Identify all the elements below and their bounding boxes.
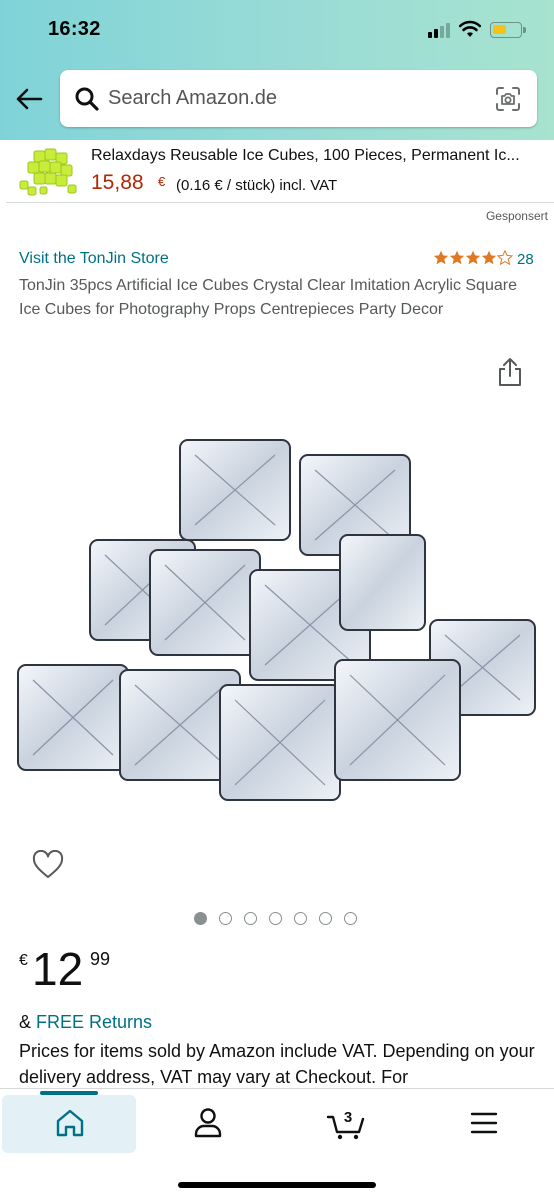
- carousel-dot[interactable]: [344, 912, 357, 925]
- free-returns-link[interactable]: FREE Returns: [36, 1012, 152, 1032]
- product-image[interactable]: [10, 420, 544, 820]
- price-whole: 12: [32, 943, 84, 995]
- carousel-dot[interactable]: [244, 912, 257, 925]
- back-arrow-icon[interactable]: [14, 84, 44, 114]
- visit-store-link[interactable]: Visit the TonJin Store: [19, 250, 169, 268]
- price-currency-symbol: €: [19, 952, 28, 969]
- search-input[interactable]: [108, 70, 478, 127]
- status-bar: 16:32: [0, 0, 554, 60]
- product-title: TonJin 35pcs Artificial Ice Cubes Crysta…: [19, 277, 517, 318]
- returns-info: & FREE Returns: [19, 1012, 152, 1033]
- wishlist-heart-icon[interactable]: [32, 850, 64, 880]
- wifi-icon: [459, 20, 481, 37]
- person-icon[interactable]: [188, 1105, 228, 1141]
- carousel-dot[interactable]: [294, 912, 307, 925]
- price-fraction: 99: [90, 949, 111, 969]
- header: 16:32: [0, 0, 554, 140]
- home-indicator[interactable]: [178, 1182, 376, 1188]
- cart-icon[interactable]: 3: [326, 1105, 366, 1141]
- share-icon[interactable]: [497, 357, 523, 387]
- cart-count-badge: 3: [344, 1109, 352, 1126]
- sponsored-product-price: 15,88: [91, 171, 144, 194]
- carousel-dot[interactable]: [269, 912, 282, 925]
- returns-prefix: &: [19, 1012, 37, 1032]
- carousel-dot[interactable]: [194, 912, 207, 925]
- rating-stars-icon: [433, 250, 513, 265]
- sponsored-label[interactable]: Gesponsert: [486, 209, 548, 223]
- sponsored-product-banner[interactable]: Relaxdays Reusable Ice Cubes, 100 Pieces…: [6, 141, 554, 203]
- sponsored-product-currency: €: [158, 174, 166, 189]
- battery-icon: [490, 22, 526, 38]
- cellular-signal-icon: [428, 22, 454, 38]
- carousel-dot[interactable]: [219, 912, 232, 925]
- search-bar[interactable]: [60, 70, 537, 127]
- status-time: 16:32: [48, 18, 101, 40]
- carousel-dot[interactable]: [319, 912, 332, 925]
- vat-info-text: Prices for items sold by Amazon include …: [19, 1041, 535, 1087]
- image-carousel-dots[interactable]: [194, 912, 357, 926]
- home-icon[interactable]: [50, 1105, 90, 1141]
- hamburger-menu-icon[interactable]: [464, 1105, 504, 1141]
- camera-scan-icon[interactable]: [494, 85, 522, 113]
- nav-active-indicator: [40, 1091, 98, 1095]
- sponsored-product-title[interactable]: Relaxdays Reusable Ice Cubes, 100 Pieces…: [91, 147, 551, 165]
- search-icon: [75, 87, 99, 111]
- sponsored-product-image: [19, 148, 77, 196]
- sponsored-product-unit-price: (0.16 € / stück) incl. VAT: [176, 177, 338, 194]
- rating-count[interactable]: 28: [517, 251, 534, 268]
